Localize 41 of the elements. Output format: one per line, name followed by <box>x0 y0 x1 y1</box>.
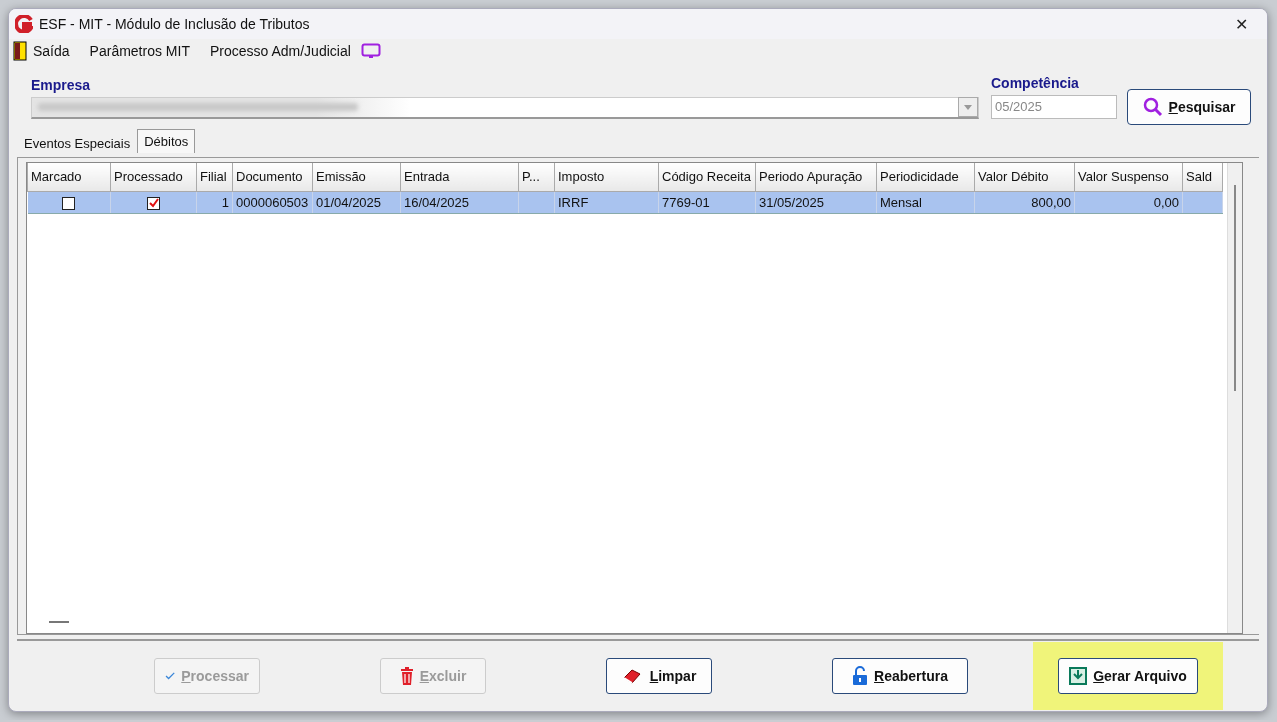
column-header[interactable]: Imposto <box>554 162 659 192</box>
column-header[interactable]: Documento <box>232 162 313 192</box>
column-header[interactable]: Emissão <box>312 162 401 192</box>
column-header[interactable]: Filial <box>196 162 233 192</box>
menu-item[interactable]: Parâmetros MIT <box>89 42 190 59</box>
lock-icon <box>852 666 869 687</box>
close-button[interactable]: ✕ <box>1221 9 1261 39</box>
column-header[interactable]: Sald <box>1182 162 1223 192</box>
download-icon <box>1069 667 1088 686</box>
tab[interactable]: Eventos Especiais <box>17 132 138 153</box>
column-header[interactable]: Processado <box>110 162 197 192</box>
field-label: Competência <box>991 74 1080 91</box>
field-label: Empresa <box>31 76 92 93</box>
app-logo-icon <box>15 15 33 33</box>
column-header[interactable]: Código Receita <box>658 162 756 192</box>
company-dropdown[interactable] <box>31 96 979 119</box>
action-button[interactable]: Reabertura <box>832 658 968 695</box>
checkbox[interactable] <box>147 196 160 210</box>
tab[interactable]: Débitos <box>137 128 196 153</box>
column-header[interactable]: P... <box>518 162 555 192</box>
door-icon <box>13 40 27 61</box>
trash-icon <box>399 666 414 687</box>
column-header[interactable]: Valor Débito <box>974 162 1075 192</box>
menu-item[interactable]: Saída <box>13 40 70 61</box>
action-button[interactable]: Gerar Arquivo <box>1058 658 1198 695</box>
search-button[interactable]: Pesquisar <box>1127 88 1251 125</box>
window-title: ESF - MIT - Módulo de Inclusão de Tributos <box>39 16 311 32</box>
action-button[interactable]: Limpar <box>606 658 712 695</box>
column-header[interactable]: Periodicidade <box>876 162 975 192</box>
column-header[interactable]: Periodo Apuração <box>755 162 877 192</box>
menu-item[interactable]: Processo Adm/Judicial <box>209 42 351 59</box>
search-icon <box>1142 96 1163 117</box>
checkbox[interactable] <box>62 196 76 210</box>
column-header[interactable]: Valor Suspenso <box>1074 162 1183 192</box>
vertical-scrollbar[interactable] <box>1227 162 1242 634</box>
monitor-icon[interactable] <box>360 42 381 59</box>
horizontal-scrollbar[interactable] <box>49 621 69 624</box>
column-header[interactable]: Marcado <box>27 162 111 192</box>
dropdown-arrow-icon <box>964 104 972 110</box>
period-field[interactable]: 05/2025 <box>991 94 1117 119</box>
column-header[interactable]: Entrada <box>400 162 519 192</box>
